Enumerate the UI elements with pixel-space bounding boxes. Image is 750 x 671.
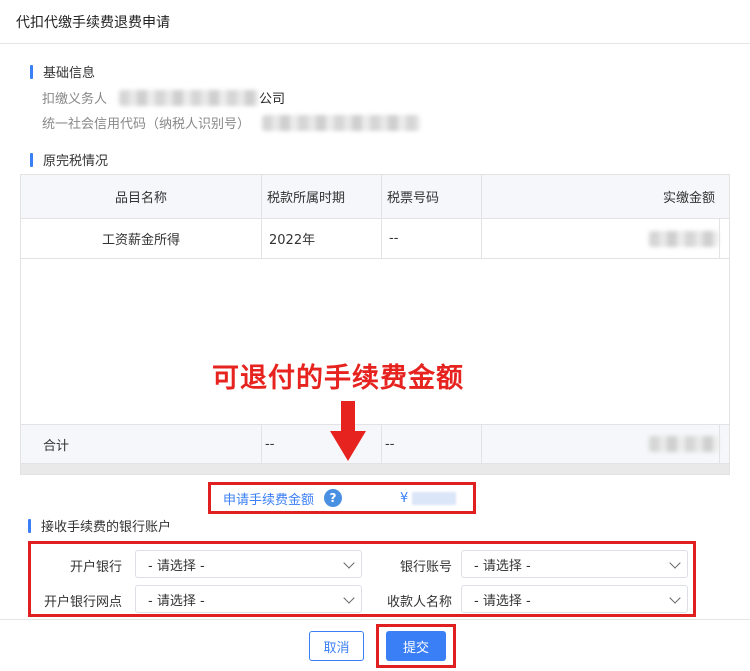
section-title: 基础信息 — [43, 66, 96, 81]
bank-name-label: 开户银行 — [69, 560, 122, 575]
horizontal-scrollbar[interactable] — [21, 464, 729, 474]
annotation-label: 可退付的手续费金额 — [212, 363, 464, 394]
chevron-down-icon — [343, 592, 355, 604]
cancel-button[interactable]: 取消 — [309, 631, 364, 661]
column-divider — [261, 424, 262, 464]
withholder-label: 扣缴义务人 — [42, 92, 108, 107]
select-value: - 请选择 - — [148, 558, 205, 574]
column-divider — [481, 175, 482, 259]
withholder-name-redacted — [119, 89, 260, 106]
section-marker — [30, 152, 33, 167]
credit-code-label: 统一社会信用代码（纳税人识别号） — [42, 117, 251, 132]
column-header: 税款所属时期 — [267, 191, 346, 206]
column-header: 实缴金额 — [662, 191, 715, 206]
section-title: 原完税情况 — [43, 154, 109, 169]
apply-fee-amount-redacted — [412, 491, 457, 505]
column-divider — [719, 424, 720, 464]
credit-code-row: 统一社会信用代码（纳税人识别号） — [42, 113, 421, 132]
select-value: - 请选择 - — [148, 593, 205, 609]
tax-period: 2022年 — [269, 233, 316, 248]
section-bank-account: 接收手续费的银行账户 — [28, 516, 171, 535]
chevron-down-icon — [343, 557, 355, 569]
section-marker — [28, 518, 31, 533]
table-header: 品目名称 税款所属时期 税票号码 实缴金额 — [21, 175, 729, 219]
apply-fee-currency: ¥ — [400, 490, 409, 506]
column-header: 税票号码 — [387, 191, 440, 206]
column-header: 品目名称 — [114, 191, 167, 206]
help-icon[interactable]: ? — [324, 489, 343, 507]
chevron-down-icon — [669, 557, 681, 569]
annotation-arrow-icon — [330, 401, 366, 461]
account-number-select[interactable]: - 请选择 - — [461, 550, 688, 578]
total-amount-redacted — [649, 425, 719, 463]
footer-divider — [0, 619, 750, 620]
total-ticket: -- — [385, 436, 395, 452]
column-divider — [381, 175, 382, 259]
table-row: 工资薪金所得 2022年 -- — [21, 219, 729, 259]
select-value: - 请选择 - — [474, 593, 531, 609]
column-divider — [719, 219, 720, 259]
chevron-down-icon — [669, 592, 681, 604]
submit-button[interactable]: 提交 — [386, 631, 446, 661]
apply-fee-label: 申请手续费金额 — [223, 492, 315, 508]
section-marker — [30, 64, 33, 79]
section-basic-info: 基础信息 — [30, 62, 95, 81]
column-divider — [261, 175, 262, 259]
paid-amount-redacted — [649, 219, 719, 258]
withholder-suffix: 公司 — [259, 92, 286, 107]
apply-fee-highlight: 申请手续费金额 ? ¥ — [208, 482, 476, 514]
table-total-row: 合计 -- -- — [21, 424, 729, 464]
bank-name-select[interactable]: - 请选择 - — [135, 550, 362, 578]
bank-branch-select[interactable]: - 请选择 - — [135, 585, 362, 613]
credit-code-redacted — [262, 114, 421, 131]
dialog-title: 代扣代缴手续费退费申请 — [0, 0, 750, 44]
section-title: 接收手续费的银行账户 — [41, 520, 172, 535]
total-label: 合计 — [43, 438, 70, 454]
section-tax-status: 原完税情况 — [30, 150, 108, 169]
tax-table: 品目名称 税款所属时期 税票号码 实缴金额 工资薪金所得 2022年 -- 合计… — [20, 174, 730, 475]
ticket-number: -- — [389, 231, 399, 246]
bank-branch-label: 开户银行网点 — [43, 595, 122, 610]
withholder-row: 扣缴义务人 公司 — [42, 88, 285, 107]
select-value: - 请选择 - — [474, 558, 531, 574]
column-divider — [481, 424, 482, 464]
payee-name-select[interactable]: - 请选择 - — [461, 585, 688, 613]
item-name: 工资薪金所得 — [101, 233, 180, 248]
account-number-label: 银行账号 — [399, 560, 452, 575]
column-divider — [381, 424, 382, 464]
payee-name-label: 收款人名称 — [386, 595, 452, 610]
